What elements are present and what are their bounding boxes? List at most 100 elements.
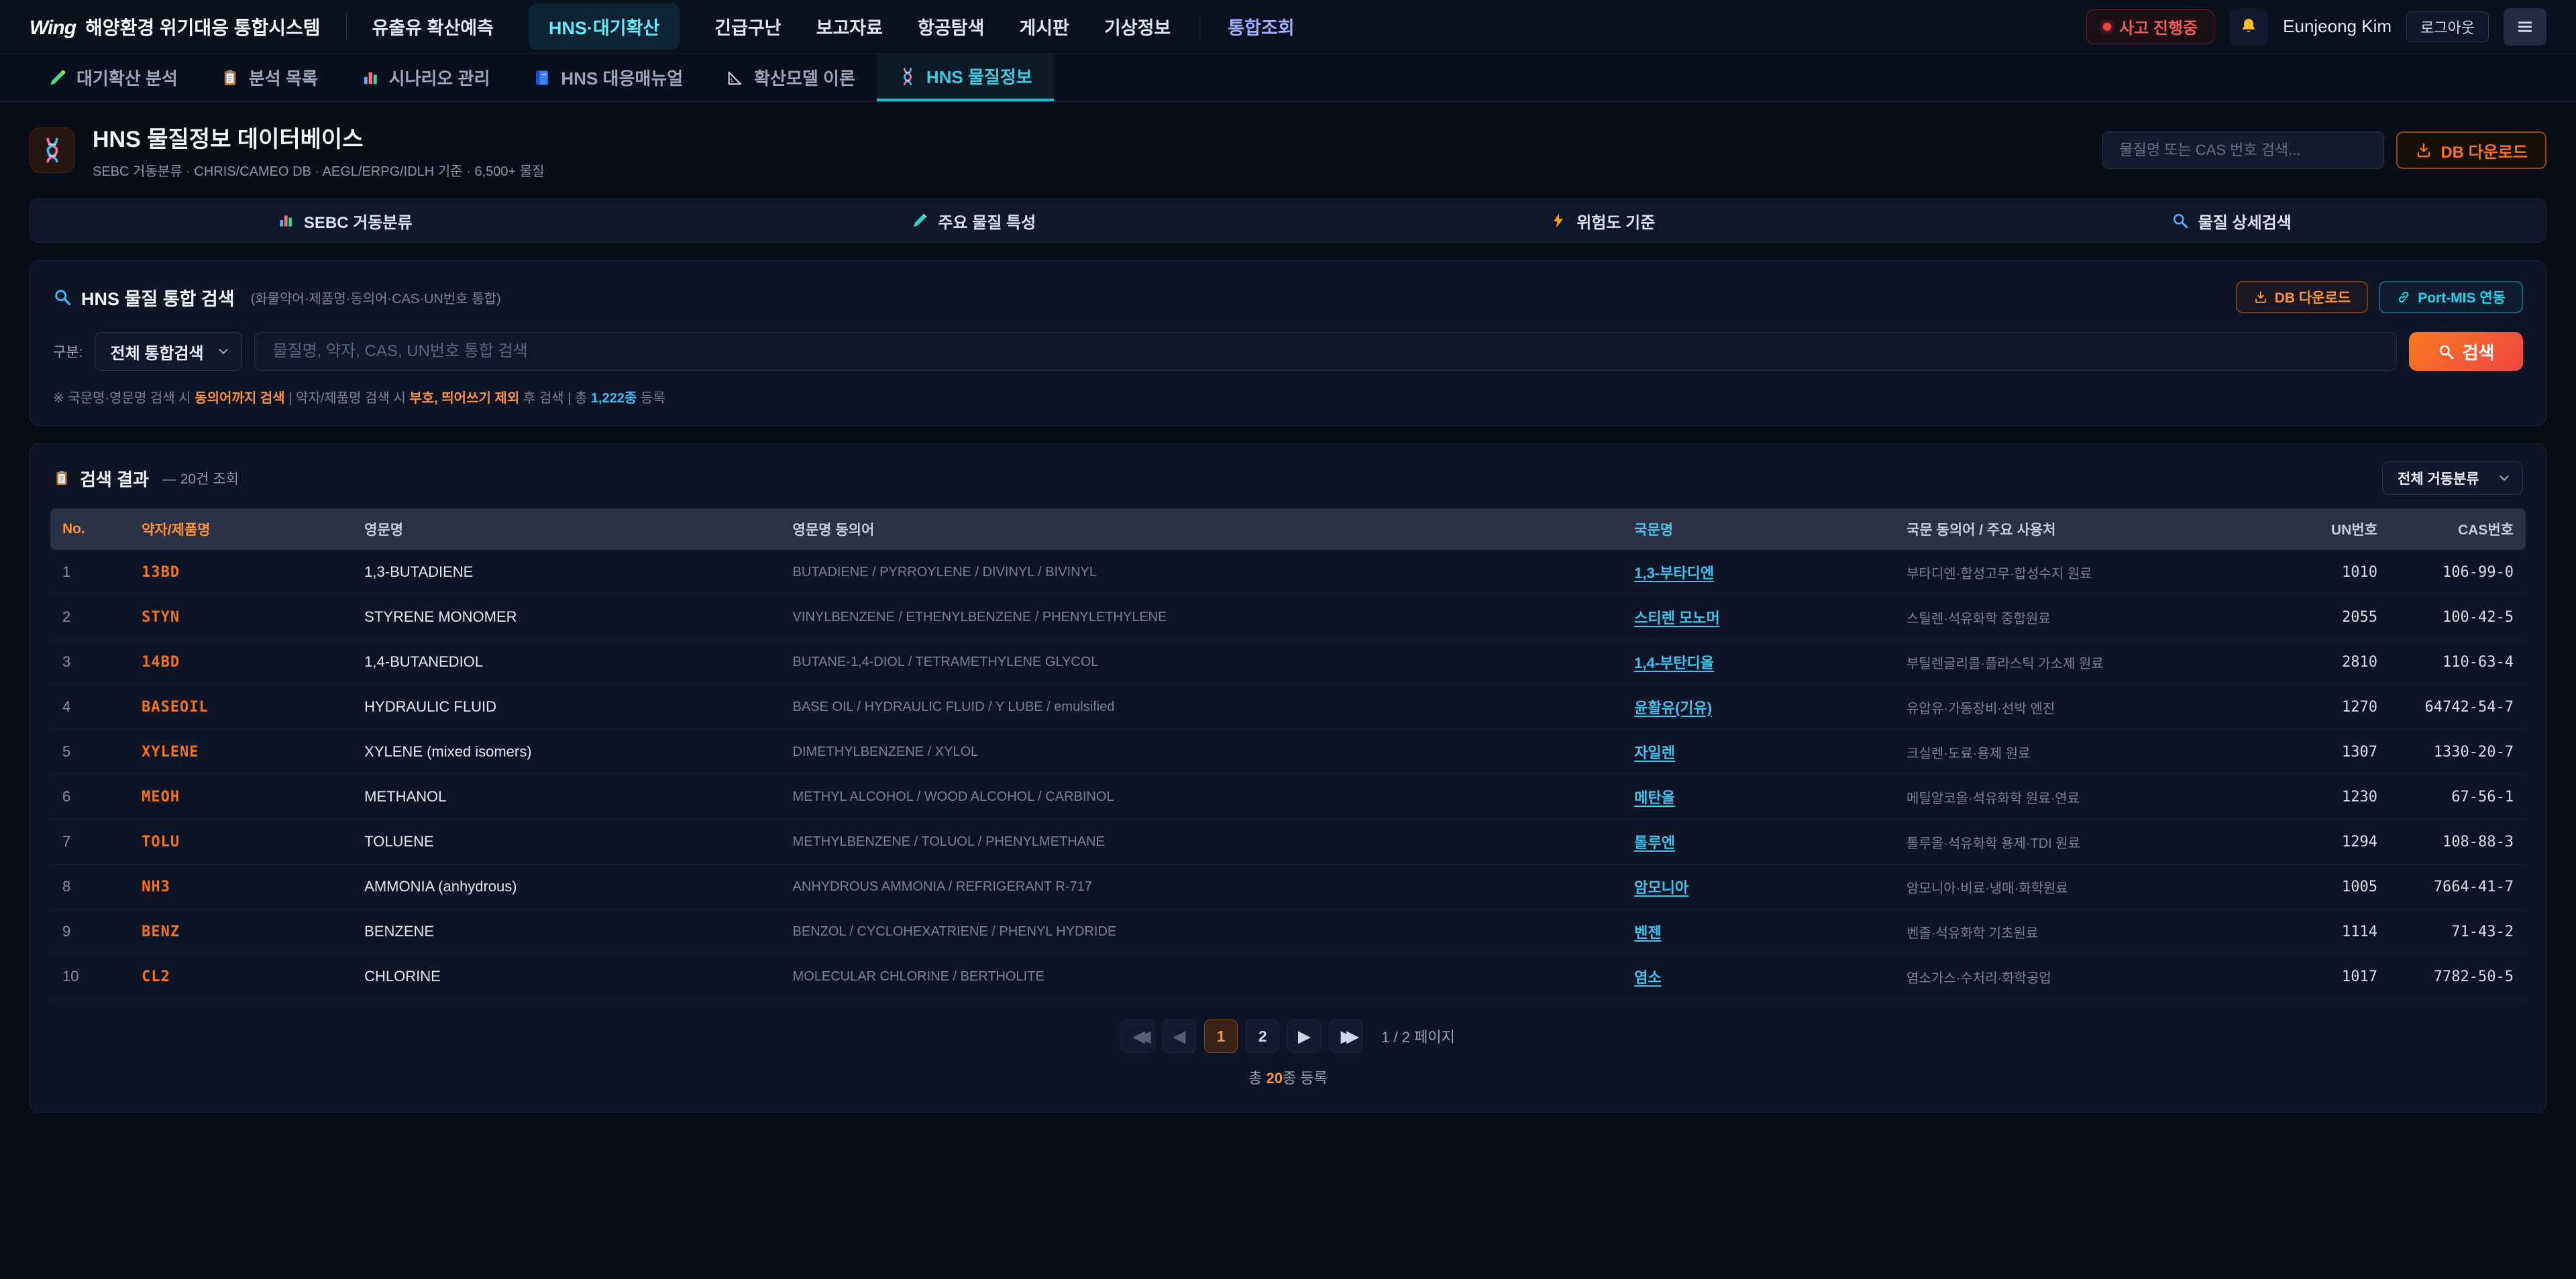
table-row[interactable]: 9 BENZ BENZENE BENZOL / CYCLOHEXATRIENE … <box>50 909 2526 954</box>
table-row[interactable]: 6 MEOH METHANOL METHYL ALCOHOL / WOOD AL… <box>50 775 2526 820</box>
cell-korean-synonyms: 크실렌·도료·용제 원료 <box>1894 730 2278 775</box>
section-detail-search[interactable]: 물질 상세검색 <box>1917 199 2546 242</box>
tab-dispersion-analysis[interactable]: 대기확산 분석 <box>27 54 199 101</box>
hint-text: 후 검색 | 총 <box>519 391 591 406</box>
cell-no: 1 <box>50 550 129 595</box>
cell-cas-number: 7664-41-7 <box>2390 865 2526 909</box>
korean-name-link[interactable]: 윤활유(기유) <box>1634 700 1712 716</box>
table-row[interactable]: 4 BASEOIL HYDRAULIC FLUID BASE OIL / HYD… <box>50 685 2526 730</box>
quick-search-input[interactable] <box>2102 131 2384 169</box>
column-abbr: 약자/제품명 <box>129 508 352 550</box>
dna-icon <box>898 67 917 86</box>
nav-item-hns-dispersion[interactable]: HNS·대기확산 <box>529 3 680 50</box>
cell-cas-number: 106-99-0 <box>2390 550 2526 595</box>
cell-no: 10 <box>50 954 129 999</box>
prev-page-button[interactable]: ◀ <box>1163 1019 1196 1053</box>
notification-button[interactable] <box>2229 8 2268 46</box>
cell-english-name: 1,4-BUTANEDIOL <box>352 640 780 685</box>
column-english-synonyms: 영문명 동의어 <box>781 508 1623 550</box>
pen-icon <box>911 212 928 229</box>
next-page-button[interactable]: ▶ <box>1287 1019 1321 1053</box>
table-row[interactable]: 3 14BD 1,4-BUTANEDIOL BUTANE-1,4-DIOL / … <box>50 640 2526 685</box>
tab-model-theory[interactable]: 확산모델 이론 <box>704 54 877 101</box>
korean-name-link[interactable]: 톨루엔 <box>1634 834 1675 851</box>
table-body: 1 13BD 1,3-BUTADIENE BUTADIENE / PYRROYL… <box>50 550 2526 999</box>
table-row[interactable]: 5 XYLENE XYLENE (mixed isomers) DIMETHYL… <box>50 730 2526 775</box>
total-count: 20 <box>1267 1070 1283 1087</box>
bell-icon <box>2239 17 2259 37</box>
last-page-button[interactable]: ▶▶ <box>1329 1019 1362 1053</box>
table-row[interactable]: 1 13BD 1,3-BUTADIENE BUTADIENE / PYRROYL… <box>50 550 2526 595</box>
korean-name-link[interactable]: 스티렌 모노머 <box>1634 610 1720 626</box>
cell-english-synonyms: BENZOL / CYCLOHEXATRIENE / PHENYL HYDRID… <box>781 909 1623 954</box>
tab-analysis-list[interactable]: 분석 목록 <box>199 54 339 101</box>
incident-status-badge[interactable]: 사고 진행중 <box>2086 9 2214 44</box>
korean-name-link[interactable]: 자일렌 <box>1634 744 1675 761</box>
nav-item-aerial-search[interactable]: 항공탐색 <box>918 13 984 40</box>
section-substance-properties[interactable]: 주요 물질 특성 <box>659 199 1289 242</box>
section-sebc-classification[interactable]: SEBC 거동분류 <box>30 199 659 242</box>
cell-korean-synonyms: 암모니아·비료·냉매·화학원료 <box>1894 865 2278 909</box>
korean-name-link[interactable]: 1,3-부타디엔 <box>1634 565 1714 581</box>
table-header: No. 약자/제품명 영문명 영문명 동의어 국문명 국문 동의어 / 주요 사… <box>50 508 2526 550</box>
top-navigation-bar: Wing 해양환경 위기대응 통합시스템 유출유 확산예측 HNS·대기확산 긴… <box>0 0 2576 54</box>
nav-item-integrated-query[interactable]: 통합조회 <box>1228 13 1294 40</box>
menu-button[interactable] <box>2504 8 2546 46</box>
topnav-right: 사고 진행중 Eunjeong Kim 로그아웃 <box>2086 8 2546 46</box>
tab-scenario-management[interactable]: 시나리오 관리 <box>339 54 512 101</box>
table-row[interactable]: 2 STYN STYRENE MONOMER VINYLBENZENE / ET… <box>50 595 2526 640</box>
cell-no: 5 <box>50 730 129 775</box>
section-label: SEBC 거동분류 <box>304 209 413 233</box>
tab-hns-substance-info[interactable]: HNS 물질정보 <box>877 54 1054 101</box>
nav-item-board[interactable]: 게시판 <box>1019 13 1069 40</box>
results-title-text: 검색 결과 <box>80 466 149 491</box>
column-korean-name: 국문명 <box>1622 508 1894 550</box>
hamburger-icon <box>2515 17 2535 37</box>
nav-item-oil-spill[interactable]: 유출유 확산예측 <box>372 13 494 40</box>
korean-name-link[interactable]: 메탄올 <box>1634 789 1675 806</box>
cell-english-name: TOLUENE <box>352 820 780 865</box>
page-2-button[interactable]: 2 <box>1246 1019 1279 1053</box>
db-download-button[interactable]: DB 다운로드 <box>2396 131 2546 169</box>
hint-highlight-synonym: 동의어까지 검색 <box>195 391 284 406</box>
logout-button[interactable]: 로그아웃 <box>2406 11 2489 42</box>
cell-abbr-code: XYLENE <box>142 744 199 761</box>
section-risk-criteria[interactable]: 위험도 기준 <box>1288 199 1917 242</box>
column-cas-number: CAS번호 <box>2390 508 2526 550</box>
total-suffix: 종 등록 <box>1283 1070 1328 1087</box>
cell-english-synonyms: MOLECULAR CHLORINE / BERTHOLITE <box>781 954 1623 999</box>
cell-english-name: METHANOL <box>352 775 780 820</box>
table-row[interactable]: 8 NH3 AMMONIA (anhydrous) ANHYDROUS AMMO… <box>50 865 2526 909</box>
korean-name-link[interactable]: 1,4-부탄디올 <box>1634 655 1714 671</box>
page-1-button[interactable]: 1 <box>1204 1019 1238 1053</box>
nav-item-reports[interactable]: 보고자료 <box>816 13 883 40</box>
section-label: 물질 상세검색 <box>2198 209 2292 233</box>
nav-item-emergency-rescue[interactable]: 긴급구난 <box>714 13 781 40</box>
cell-no: 8 <box>50 865 129 909</box>
brand-logo: Wing <box>30 17 76 40</box>
category-select[interactable]: 전체 통합검색 <box>95 332 242 371</box>
search-button[interactable]: 검색 <box>2409 332 2523 371</box>
cell-un-number: 1017 <box>2278 954 2390 999</box>
db-download-button-small[interactable]: DB 다운로드 <box>2236 281 2368 313</box>
nav-item-weather[interactable]: 기상정보 <box>1104 13 1171 40</box>
quick-section-bar: SEBC 거동분류 주요 물질 특성 위험도 기준 물질 상세검색 <box>30 199 2546 243</box>
behavior-filter-select[interactable]: 전체 거동분류 <box>2382 461 2523 495</box>
user-name: Eunjeong Kim <box>2283 16 2392 37</box>
integrated-search-input[interactable] <box>254 332 2397 371</box>
chevron-down-icon <box>216 344 231 359</box>
portmis-link-button[interactable]: Port-MIS 연동 <box>2379 281 2523 313</box>
korean-name-link[interactable]: 암모니아 <box>1634 879 1688 896</box>
hint-text: ※ 국문명·영문명 검색 시 <box>53 391 195 406</box>
cell-abbr-code: BASEOIL <box>142 699 209 716</box>
cell-korean-synonyms: 유압유·가동장비·선박 엔진 <box>1894 685 2278 730</box>
pagination: ◀◀ ◀ 1 2 ▶ ▶▶ 1 / 2 페이지 <box>50 1019 2526 1053</box>
first-page-button[interactable]: ◀◀ <box>1121 1019 1155 1053</box>
table-row[interactable]: 10 CL2 CHLORINE MOLECULAR CHLORINE / BER… <box>50 954 2526 999</box>
korean-name-link[interactable]: 염소 <box>1634 969 1661 986</box>
results-title: 검색 결과 — 20건 조회 <box>53 466 239 491</box>
tab-hns-manual[interactable]: HNS 대응매뉴얼 <box>511 54 704 101</box>
korean-name-link[interactable]: 벤젠 <box>1634 924 1661 941</box>
table-row[interactable]: 7 TOLU TOLUENE METHYLBENZENE / TOLUOL / … <box>50 820 2526 865</box>
cell-english-name: 1,3-BUTADIENE <box>352 550 780 595</box>
